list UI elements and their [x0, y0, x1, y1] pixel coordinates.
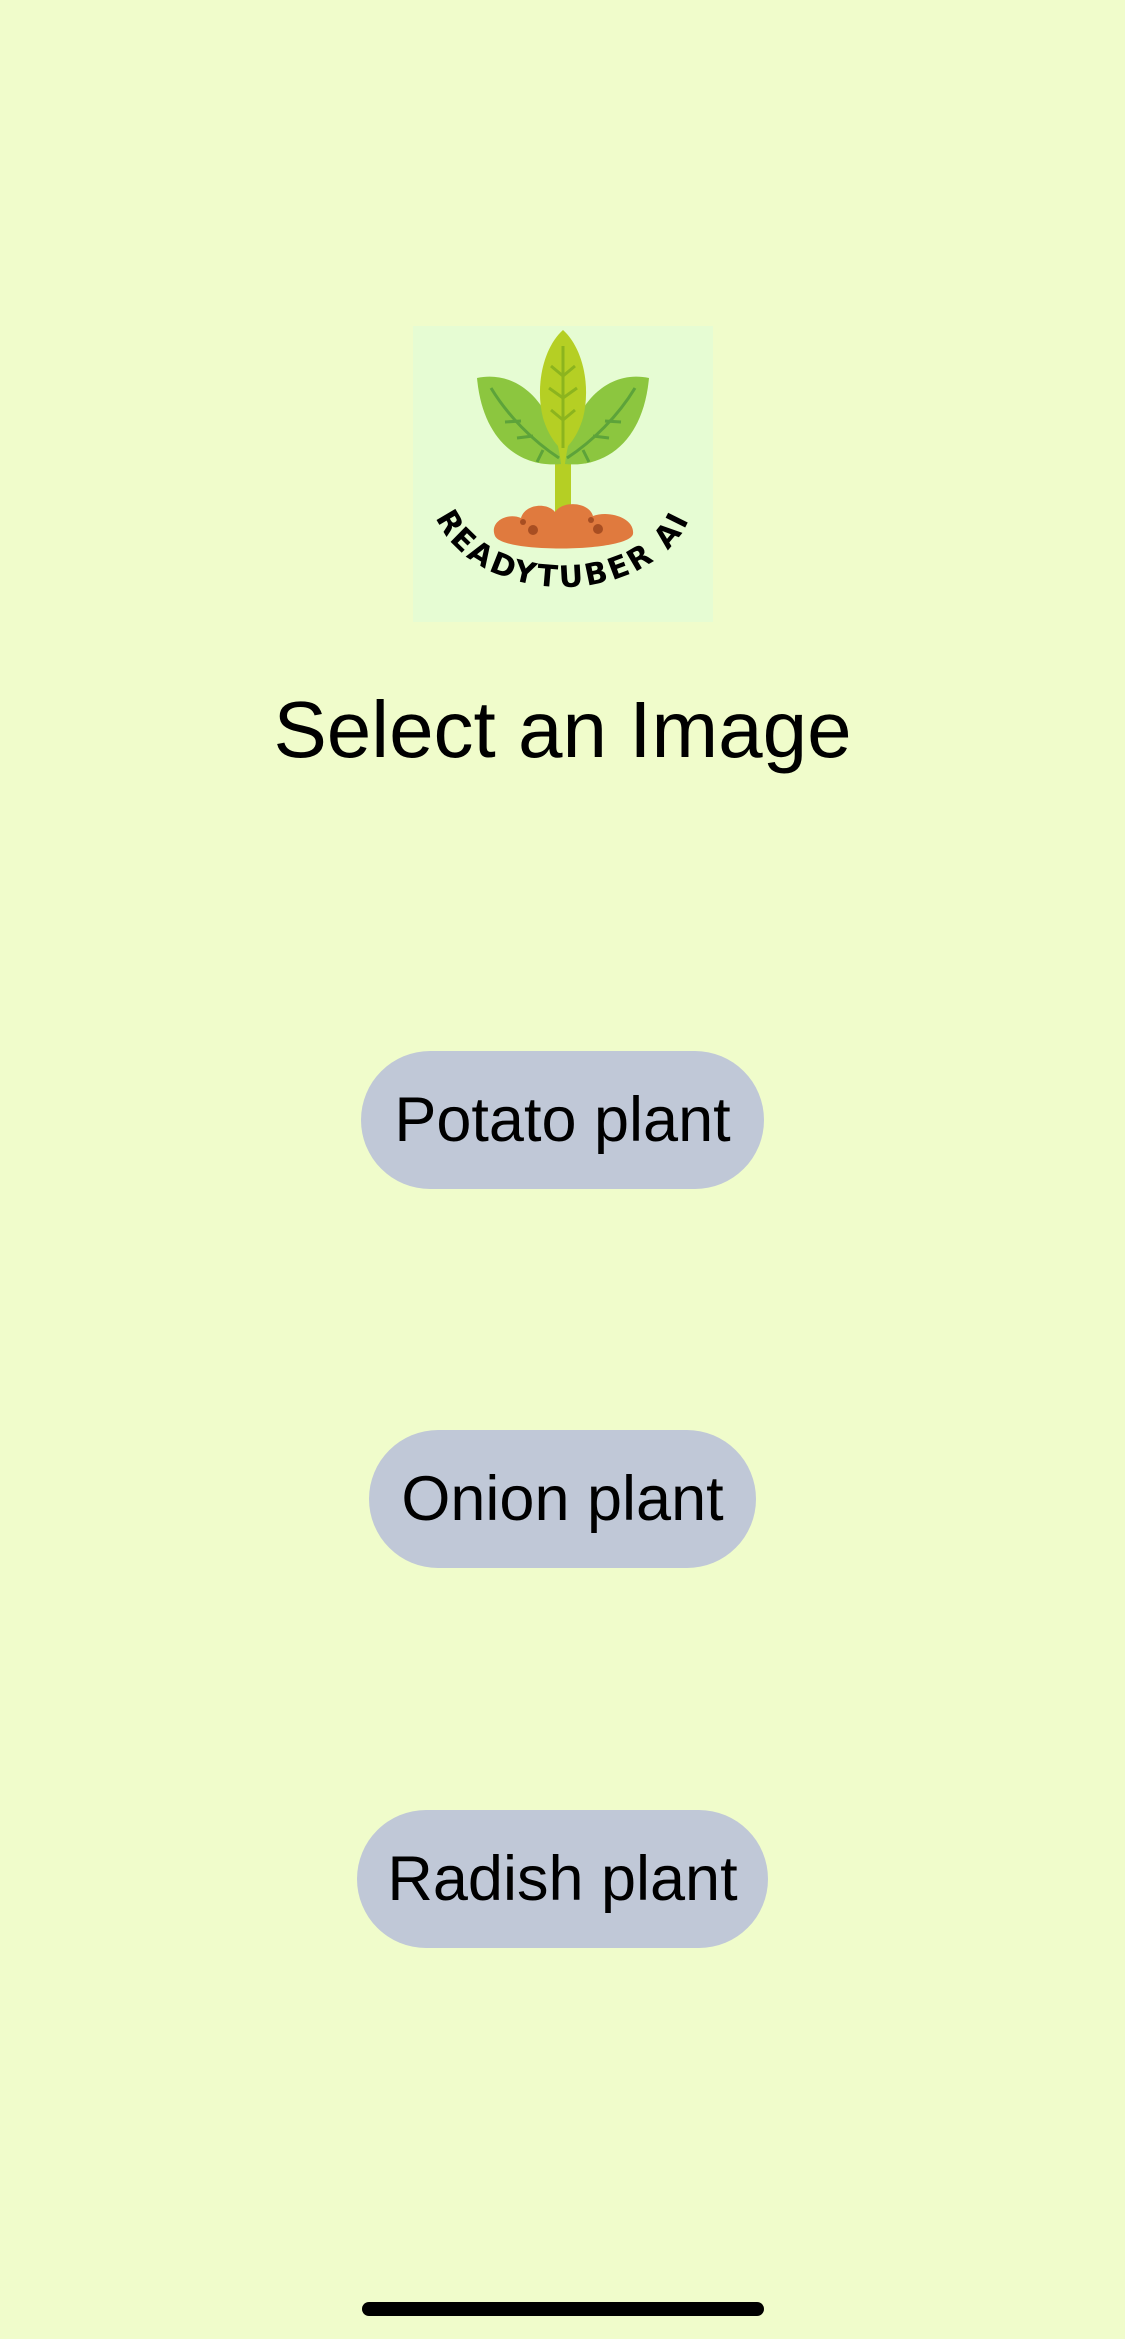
- page-title: Select an Image: [273, 685, 852, 774]
- readytuber-logo: READYTUBER AI: [413, 326, 713, 622]
- sprout-in-soil-icon: READYTUBER AI: [428, 330, 694, 595]
- home-indicator[interactable]: [362, 2302, 764, 2316]
- potato-plant-button[interactable]: Potato plant: [361, 1051, 764, 1189]
- radish-plant-button[interactable]: Radish plant: [357, 1810, 768, 1948]
- select-image-screen: READYTUBER AI Select an Image Potato pla…: [0, 0, 1125, 2339]
- onion-plant-button[interactable]: Onion plant: [369, 1430, 756, 1568]
